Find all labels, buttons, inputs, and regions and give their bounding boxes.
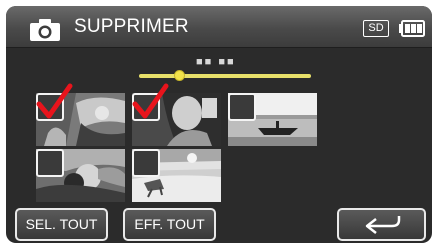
thumbnail-4-checkbox[interactable] — [36, 149, 64, 177]
thumbnail-5-checkbox[interactable] — [132, 149, 160, 177]
delete-screen: SUPPRIMER SD ■■ ■■ SEL. TOUT EFF. TOUT — [6, 6, 432, 243]
clear-all-button[interactable]: EFF. TOUT — [123, 208, 216, 241]
header-bar: SUPPRIMER SD — [6, 6, 432, 48]
battery-icon — [399, 20, 425, 37]
camera-icon — [30, 19, 60, 41]
checkmark-icon — [132, 83, 169, 119]
page-slider[interactable] — [139, 74, 311, 78]
back-arrow-icon — [365, 216, 401, 234]
page-slider-knob[interactable] — [174, 70, 185, 81]
thumbnail-3-checkbox[interactable] — [228, 93, 256, 121]
sd-card-badge: SD — [363, 20, 389, 37]
select-all-button[interactable]: SEL. TOUT — [15, 208, 108, 241]
page-title: SUPPRIMER — [74, 16, 189, 37]
page-indicator: ■■ ■■ — [196, 56, 236, 68]
back-button[interactable] — [337, 208, 426, 241]
checkmark-icon — [36, 83, 73, 119]
